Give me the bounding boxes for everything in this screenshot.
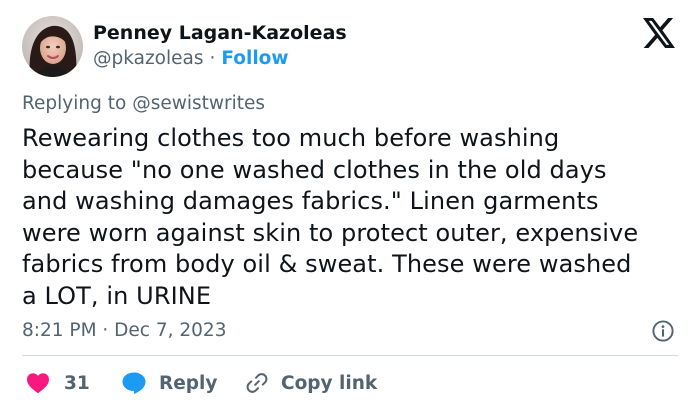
follow-button[interactable]: Follow xyxy=(221,48,288,69)
copy-link-button[interactable]: Copy link xyxy=(245,370,377,396)
tweet-timestamp[interactable]: 8:21 PM · Dec 7, 2023 xyxy=(22,320,226,341)
reply-label: Reply xyxy=(159,372,218,394)
tweet-text-line: Rewearing clothes too much before washin… xyxy=(22,124,560,152)
reply-button[interactable]: Reply xyxy=(121,370,217,396)
link-icon xyxy=(245,371,269,395)
author-handle[interactable]: @pkazoleas xyxy=(93,48,204,69)
tweet-text: Rewearing clothes too much before washin… xyxy=(22,123,700,312)
like-count: 31 xyxy=(64,372,90,394)
x-logo-icon[interactable] xyxy=(643,18,675,48)
tweet-text-line: because "no one washed clothes in the ol… xyxy=(22,155,607,184)
tweet-card: Penney Lagan-Kazoleas @pkazoleas · Follow … xyxy=(0,0,700,410)
author-handle-row: @pkazoleas · Follow xyxy=(93,48,288,69)
author-display-name[interactable]: Penney Lagan-Kazoleas xyxy=(93,22,347,44)
like-button[interactable]: 31 xyxy=(26,370,90,396)
speech-bubble-icon xyxy=(121,371,147,395)
divider xyxy=(22,355,678,356)
avatar-image xyxy=(22,16,83,77)
tweet-text-line: fabrics from body oil & sweat. These wer… xyxy=(22,250,632,278)
heart-icon xyxy=(26,372,50,394)
tweet-text-line: a LOT, in URINE xyxy=(22,281,212,310)
tweet-text-line: were worn against skin to protect outer,… xyxy=(22,218,639,247)
info-icon[interactable] xyxy=(651,319,675,343)
separator-dot: · xyxy=(209,48,216,69)
reply-context-prefix: Replying to xyxy=(22,93,127,114)
reply-context: Replying to @sewistwrites xyxy=(22,93,265,114)
reply-mention-link[interactable]: @sewistwrites xyxy=(132,93,265,114)
tweet-text-line: and washing damages fabrics." Linen garm… xyxy=(22,187,599,215)
copy-link-label: Copy link xyxy=(281,372,378,394)
avatar[interactable] xyxy=(22,16,83,77)
